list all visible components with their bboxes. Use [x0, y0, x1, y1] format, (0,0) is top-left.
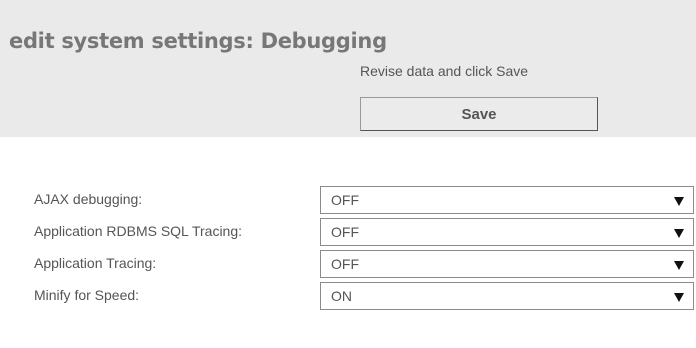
- select-value: OFF: [331, 256, 359, 272]
- setting-label: Minify for Speed:: [34, 287, 140, 303]
- setting-label: AJAX debugging:: [34, 191, 143, 207]
- header: edit system settings: Debugging Revise d…: [0, 0, 696, 137]
- chevron-down-icon: [674, 261, 684, 270]
- setting-label: Application Tracing:: [34, 255, 157, 271]
- instruction-text: Revise data and click Save: [360, 63, 529, 79]
- setting-row-ajax-debugging: AJAX debugging: OFF: [34, 184, 696, 214]
- chevron-down-icon: [674, 293, 684, 302]
- select-value: OFF: [331, 192, 359, 208]
- select-value: ON: [331, 288, 352, 304]
- minify-for-speed-select[interactable]: ON: [320, 282, 694, 310]
- save-button[interactable]: Save: [360, 97, 598, 131]
- setting-label: Application RDBMS SQL Tracing:: [34, 223, 243, 239]
- chevron-down-icon: [674, 229, 684, 238]
- sql-tracing-select[interactable]: OFF: [320, 218, 694, 246]
- ajax-debugging-select[interactable]: OFF: [320, 186, 694, 214]
- application-tracing-select[interactable]: OFF: [320, 250, 694, 278]
- page-title: edit system settings: Debugging: [9, 29, 387, 53]
- setting-row-minify-for-speed: Minify for Speed: ON: [34, 280, 696, 310]
- setting-row-sql-tracing: Application RDBMS SQL Tracing: OFF: [34, 216, 696, 246]
- setting-row-application-tracing: Application Tracing: OFF: [34, 248, 696, 278]
- select-value: OFF: [331, 224, 359, 240]
- chevron-down-icon: [674, 197, 684, 206]
